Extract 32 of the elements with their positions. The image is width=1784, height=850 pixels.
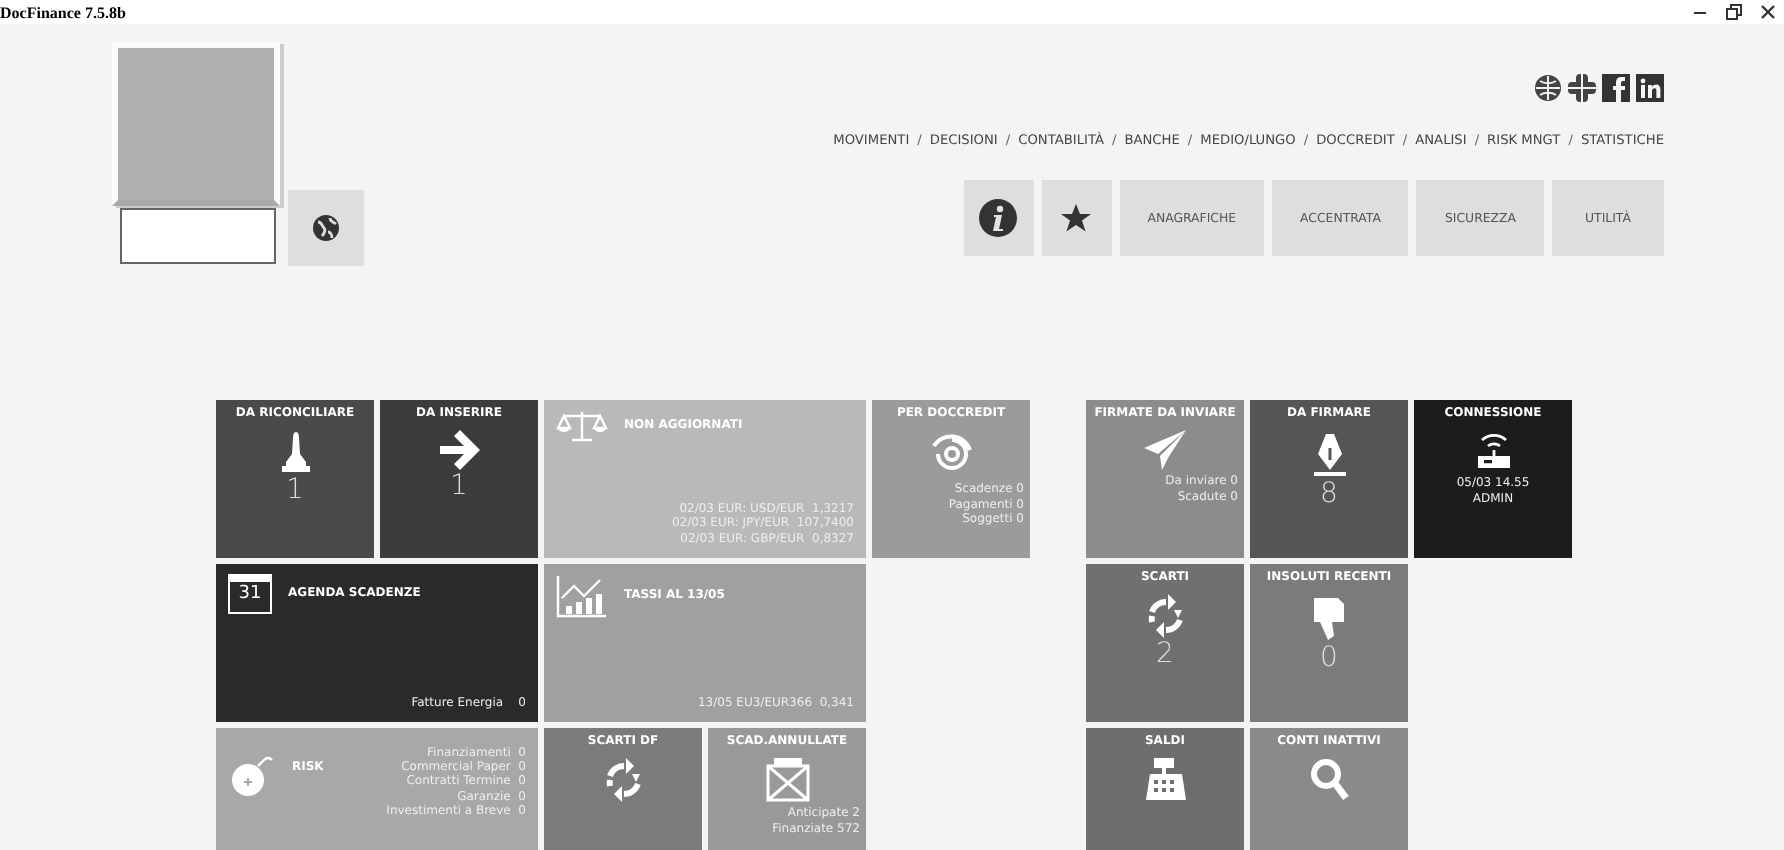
favorites-button[interactable] <box>1041 180 1112 256</box>
close-icon[interactable] <box>1760 4 1776 20</box>
star-icon <box>1060 202 1093 234</box>
calendar-day: 31 <box>238 582 262 608</box>
globe-button[interactable] <box>288 190 364 266</box>
search-icon <box>1309 757 1349 802</box>
tile-count: 0 <box>1320 643 1338 675</box>
thumbs-down-icon <box>1309 593 1349 642</box>
window-title: DocFinance 7.5.8b <box>0 3 126 21</box>
pen-nib-icon <box>1309 429 1349 478</box>
tile-count: 8 <box>1320 479 1338 511</box>
chart-icon <box>556 574 608 618</box>
linkedin-icon[interactable] <box>1636 74 1664 102</box>
restore-icon[interactable] <box>1726 4 1742 20</box>
arrow-icon <box>437 429 481 470</box>
facebook-icon[interactable] <box>1602 74 1630 102</box>
globe-icon <box>312 214 340 242</box>
globe-icon[interactable] <box>1534 74 1562 102</box>
info-button[interactable] <box>963 180 1034 256</box>
tile-count: 1 <box>286 475 304 507</box>
scale-icon <box>556 410 608 442</box>
cash-register-icon <box>1143 757 1187 802</box>
info-icon <box>978 198 1019 238</box>
text-field[interactable] <box>120 208 276 264</box>
crossed-box-icon <box>763 757 811 802</box>
paper-plane-icon <box>1143 429 1187 470</box>
refresh-icon <box>1143 593 1187 638</box>
tile-count: 1 <box>450 471 468 503</box>
tile-count: 2 <box>1156 639 1174 671</box>
router-icon <box>1473 429 1513 470</box>
refresh-icon <box>601 757 645 802</box>
bomb-icon <box>228 754 276 798</box>
